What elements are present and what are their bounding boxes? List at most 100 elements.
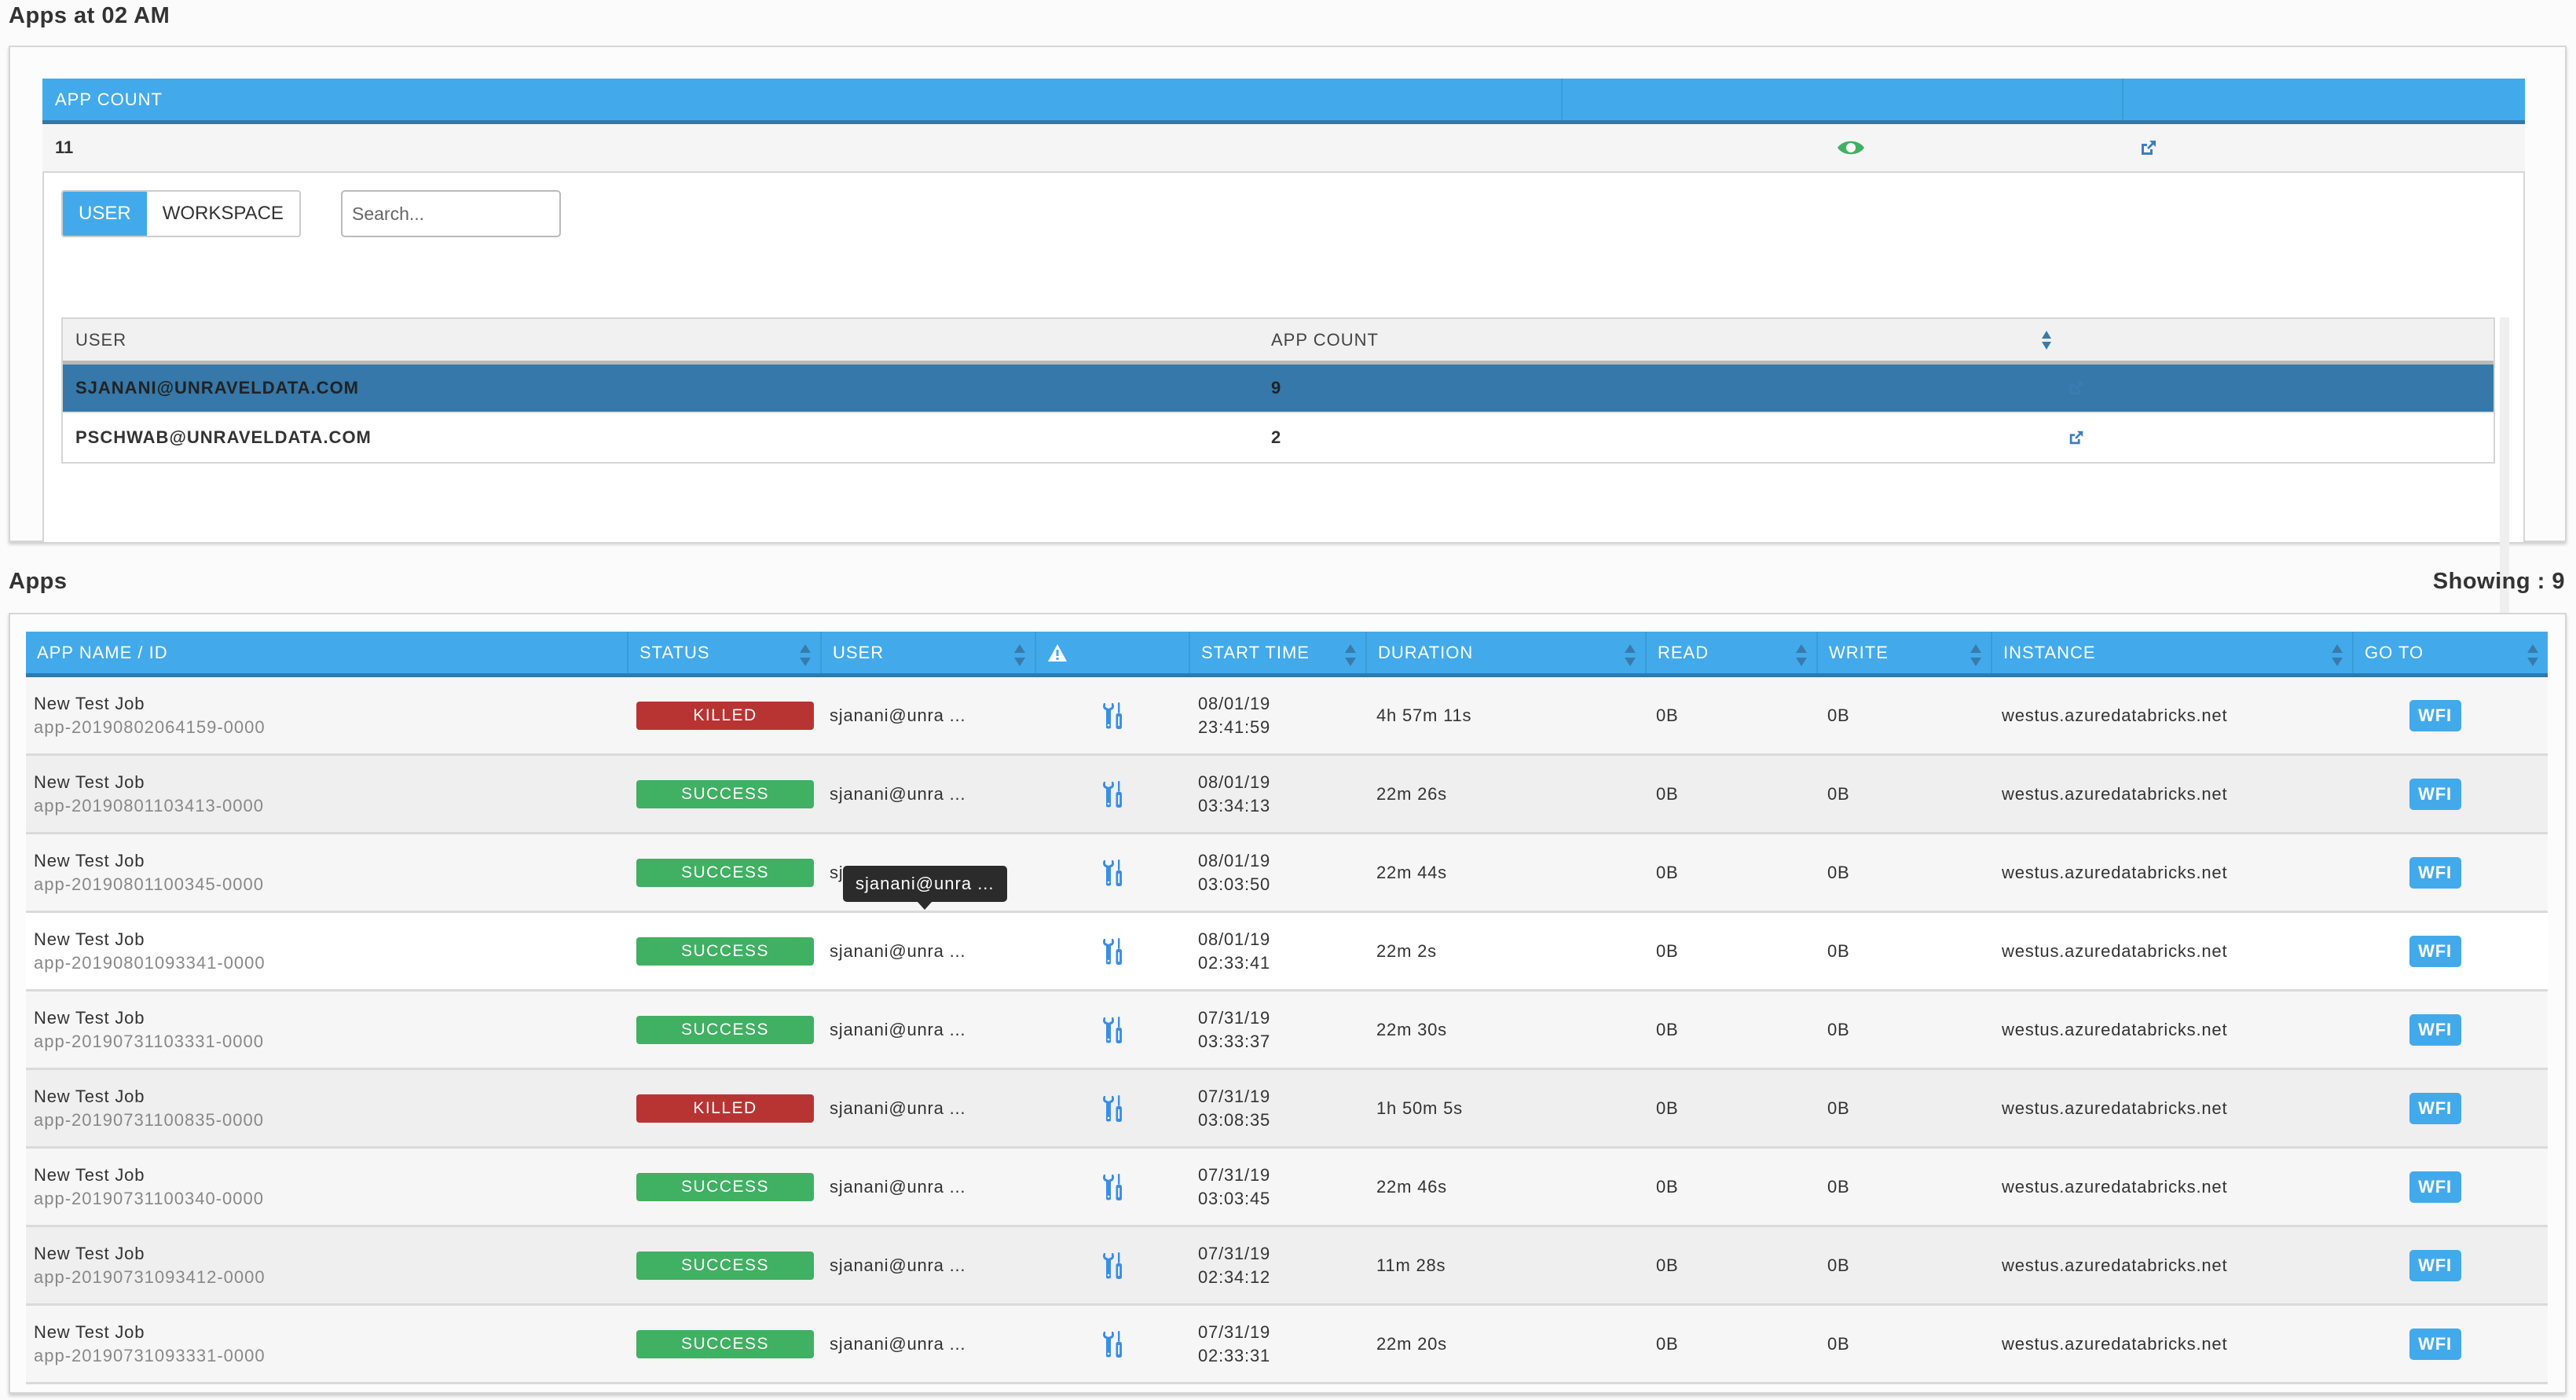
- wrench-screwdriver-icon[interactable]: [1101, 1016, 1125, 1044]
- app-row[interactable]: New Test Job app-20190731100835-0000 KIL…: [26, 1070, 2548, 1149]
- header-goto[interactable]: GO TO: [2354, 632, 2548, 673]
- sort-icon[interactable]: [1625, 644, 1636, 666]
- user-row[interactable]: SJANANI@UNRAVELDATA.COM 9: [63, 365, 2494, 413]
- app-name-cell[interactable]: New Test Job app-20190802064159-0000: [26, 677, 628, 753]
- search-input[interactable]: [341, 190, 561, 237]
- wfi-button[interactable]: WFI: [2409, 1013, 2461, 1046]
- app-id[interactable]: app-20190731093412-0000: [34, 1266, 266, 1289]
- tab-user[interactable]: USER: [63, 192, 147, 236]
- header-read[interactable]: READ: [1647, 632, 1818, 673]
- app-name[interactable]: New Test Job: [34, 1164, 145, 1187]
- app-id[interactable]: app-20190731093331-0000: [34, 1344, 266, 1368]
- wrench-screwdriver-icon[interactable]: [1101, 1330, 1125, 1358]
- wfi-button[interactable]: WFI: [2409, 778, 2461, 810]
- wfi-button[interactable]: WFI: [2409, 1092, 2461, 1124]
- app-name[interactable]: New Test Job: [34, 849, 145, 873]
- app-id[interactable]: app-20190801100345-0000: [34, 873, 264, 896]
- app-name[interactable]: New Test Job: [34, 692, 145, 716]
- app-name[interactable]: New Test Job: [34, 771, 145, 794]
- header-app-name[interactable]: APP NAME / ID: [26, 632, 628, 673]
- header-label: START TIME: [1201, 642, 1310, 662]
- sort-icon[interactable]: [1345, 644, 1356, 666]
- header-view: [1563, 79, 2123, 120]
- app-row[interactable]: New Test Job app-20190731093331-0000 SUC…: [26, 1306, 2548, 1384]
- external-link-icon[interactable]: [2068, 429, 2085, 446]
- header-write[interactable]: WRITE: [1818, 632, 1992, 673]
- user-email: PSCHWAB@UNRAVELDATA.COM: [75, 427, 372, 447]
- header-user-app-count[interactable]: APP COUNT: [1271, 319, 2041, 361]
- app-row[interactable]: New Test Job app-20190731100340-0000 SUC…: [26, 1149, 2548, 1227]
- external-link-icon[interactable]: [2139, 138, 2158, 157]
- goto-cell: WFI: [2354, 1306, 2548, 1382]
- sort-icon[interactable]: [2332, 644, 2343, 666]
- header-status[interactable]: STATUS: [628, 632, 822, 673]
- app-id[interactable]: app-20190801103413-0000: [34, 794, 264, 818]
- wfi-button[interactable]: WFI: [2409, 856, 2461, 889]
- app-name[interactable]: New Test Job: [34, 1006, 145, 1030]
- sort-icon[interactable]: [1970, 644, 1981, 666]
- wfi-button[interactable]: WFI: [2409, 1249, 2461, 1281]
- app-name[interactable]: New Test Job: [34, 1242, 145, 1266]
- wrench-screwdriver-icon[interactable]: [1101, 1094, 1125, 1123]
- wrench-screwdriver-icon[interactable]: [1101, 859, 1125, 887]
- header-start-time[interactable]: START TIME: [1190, 632, 1367, 673]
- wfi-button[interactable]: WFI: [2409, 1328, 2461, 1360]
- read-cell: 0B: [1656, 1019, 1679, 1039]
- app-name[interactable]: New Test Job: [34, 1321, 145, 1344]
- sort-icon[interactable]: [1014, 644, 1025, 666]
- app-row[interactable]: New Test Job app-20190731093412-0000 SUC…: [26, 1227, 2548, 1306]
- header-duration[interactable]: DURATION: [1367, 632, 1647, 673]
- header-user[interactable]: USER: [822, 632, 1036, 673]
- app-row[interactable]: New Test Job app-20190801103413-0000 SUC…: [26, 756, 2548, 834]
- app-name-cell[interactable]: New Test Job app-20190731100835-0000: [26, 1070, 628, 1146]
- app-name-cell[interactable]: New Test Job app-20190801100345-0000: [26, 834, 628, 911]
- app-id[interactable]: app-20190731100835-0000: [34, 1109, 264, 1132]
- sort-icon[interactable]: [2041, 329, 2052, 351]
- user-row[interactable]: PSCHWAB@UNRAVELDATA.COM 2: [63, 413, 2494, 462]
- sort-icon[interactable]: [800, 644, 811, 666]
- app-name-cell[interactable]: New Test Job app-20190731093412-0000: [26, 1227, 628, 1303]
- start-time-cell: 08/01/19 23:41:59: [1190, 677, 1367, 753]
- start-time-cell: 08/01/19 03:34:13: [1190, 756, 1367, 832]
- app-name-cell[interactable]: New Test Job app-20190731100340-0000: [26, 1149, 628, 1225]
- eye-icon[interactable]: [1837, 139, 1865, 156]
- wrench-screwdriver-icon[interactable]: [1101, 937, 1125, 966]
- duration-cell: 22m 46s: [1376, 1176, 1447, 1197]
- goto-cell: WFI: [2354, 913, 2548, 989]
- tuning-cell: [1036, 1070, 1190, 1146]
- wrench-screwdriver-icon[interactable]: [1101, 702, 1125, 730]
- app-id[interactable]: app-20190801093341-0000: [34, 951, 266, 975]
- app-name-cell[interactable]: New Test Job app-20190731103331-0000: [26, 991, 628, 1068]
- app-name[interactable]: New Test Job: [34, 928, 145, 951]
- app-row[interactable]: New Test Job app-20190731103331-0000 SUC…: [26, 991, 2548, 1070]
- external-link-icon[interactable]: [2068, 379, 2085, 397]
- app-name-cell[interactable]: New Test Job app-20190801093341-0000: [26, 913, 628, 989]
- wfi-button[interactable]: WFI: [2409, 699, 2461, 731]
- tab-workspace[interactable]: WORKSPACE: [146, 192, 299, 236]
- vertical-scrollbar[interactable]: [2500, 317, 2509, 657]
- app-id[interactable]: app-20190802064159-0000: [34, 716, 266, 739]
- duration-cell: 1h 50m 5s: [1376, 1098, 1463, 1118]
- wfi-button[interactable]: WFI: [2409, 1171, 2461, 1203]
- wrench-screwdriver-icon[interactable]: [1101, 1173, 1125, 1201]
- app-name-cell[interactable]: New Test Job app-20190801103413-0000: [26, 756, 628, 832]
- sort-icon[interactable]: [2527, 644, 2538, 666]
- app-id[interactable]: app-20190731103331-0000: [34, 1030, 264, 1054]
- app-row[interactable]: New Test Job app-20190801100345-0000 SUC…: [26, 834, 2548, 913]
- start-time: 02:34:12: [1198, 1266, 1271, 1287]
- wrench-screwdriver-icon[interactable]: [1101, 1252, 1125, 1280]
- wrench-screwdriver-icon[interactable]: [1101, 780, 1125, 808]
- header-instance[interactable]: INSTANCE: [1992, 632, 2354, 673]
- start-time-cell: 07/31/19 03:08:35: [1190, 1070, 1367, 1146]
- sort-icon[interactable]: [1796, 644, 1807, 666]
- header-user[interactable]: USER: [63, 319, 1271, 361]
- app-name[interactable]: New Test Job: [34, 1085, 145, 1109]
- write-cell: 0B: [1827, 1176, 1850, 1197]
- app-name-cell[interactable]: New Test Job app-20190731093331-0000: [26, 1306, 628, 1382]
- app-id[interactable]: app-20190731100340-0000: [34, 1187, 264, 1211]
- summary-panel: APP COUNT 11 USER WORKSPACE USER APP COU…: [9, 46, 2567, 657]
- app-row[interactable]: New Test Job app-20190801093341-0000 SUC…: [26, 913, 2548, 991]
- tuning-cell: [1036, 756, 1190, 832]
- app-row[interactable]: New Test Job app-20190802064159-0000 KIL…: [26, 677, 2548, 756]
- wfi-button[interactable]: WFI: [2409, 935, 2461, 967]
